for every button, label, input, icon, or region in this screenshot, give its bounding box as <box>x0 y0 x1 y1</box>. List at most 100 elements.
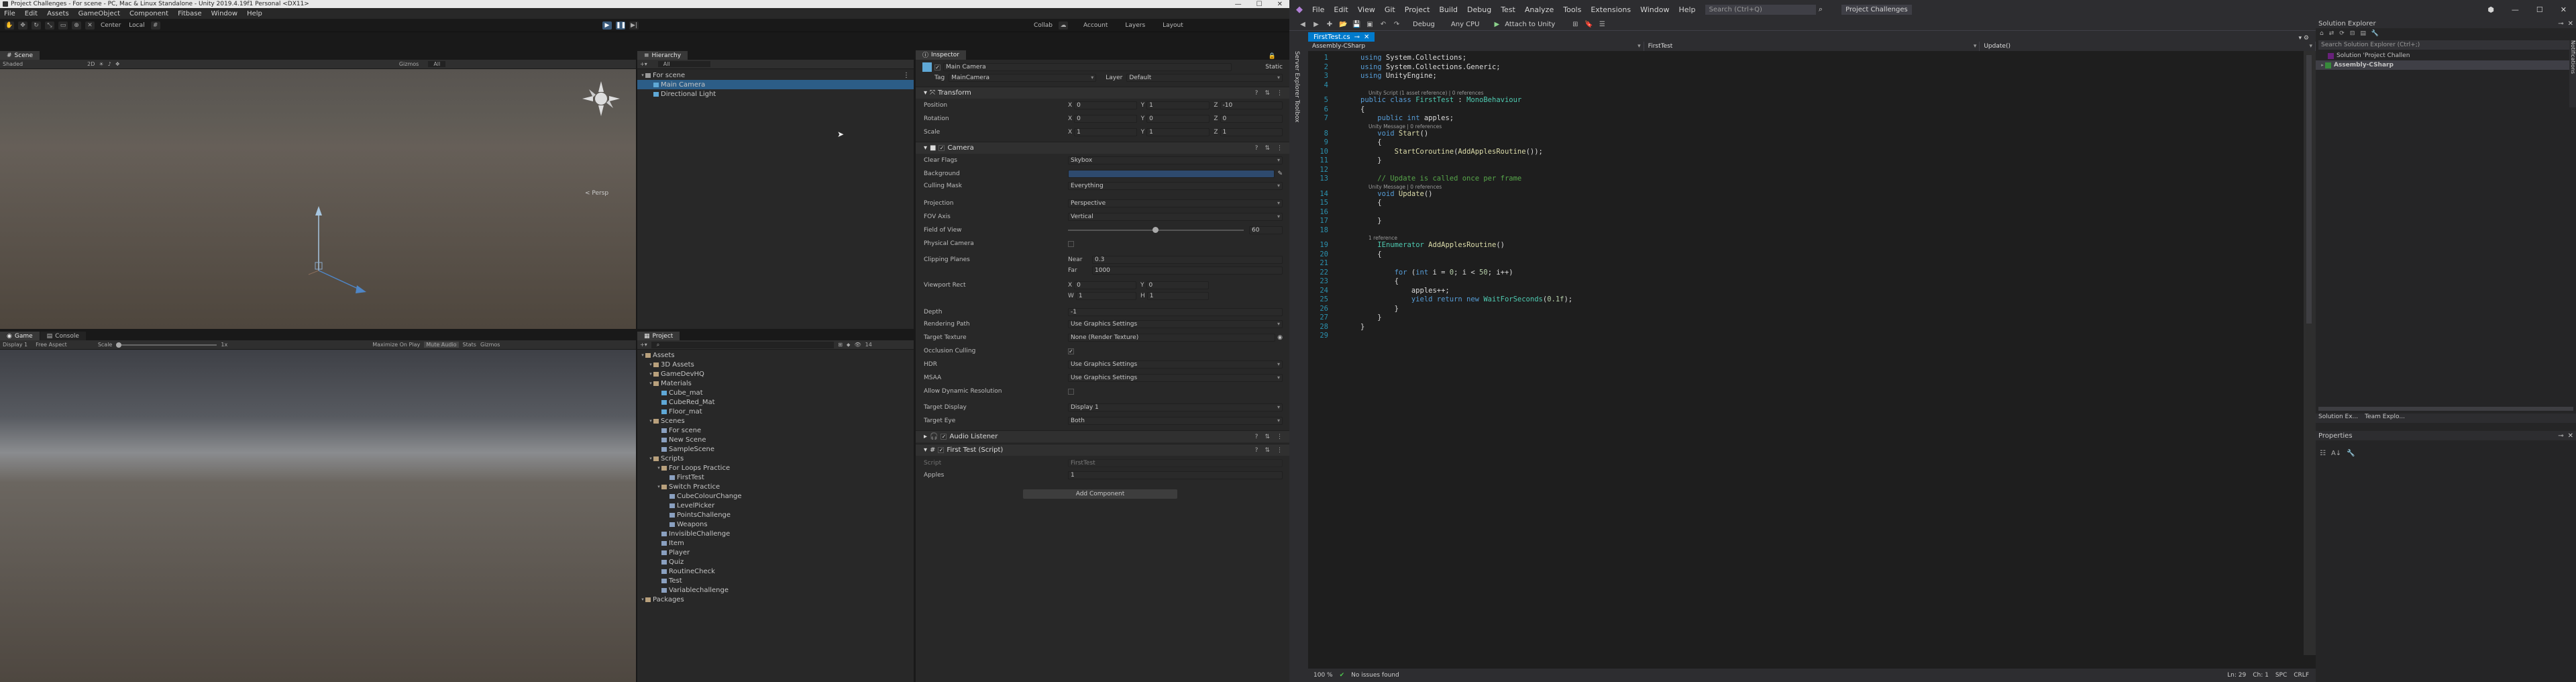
play-button[interactable]: ▶ <box>602 21 612 30</box>
component-menu-icon[interactable]: ⋮ <box>1277 434 1283 440</box>
line-ending-status[interactable]: CRLF <box>2294 672 2309 679</box>
hierarchy-search[interactable]: All <box>657 61 710 67</box>
menu-assets[interactable]: Assets <box>47 10 69 17</box>
live-share-icon[interactable]: ⬢ <box>2487 5 2494 14</box>
msaa-dropdown[interactable]: Use Graphics Settings <box>1068 374 1283 382</box>
vs-search-box[interactable]: Search (Ctrl+Q) <box>1705 4 1816 15</box>
target-display-dropdown[interactable]: Display 1 <box>1068 403 1283 411</box>
audio-listener-checkbox[interactable]: ✓ <box>941 434 947 440</box>
eyedropper-icon[interactable]: ✎ <box>1277 170 1283 177</box>
create-dropdown[interactable]: +▾ <box>640 61 647 67</box>
eye-icon[interactable]: 👁 <box>855 342 861 348</box>
server-explorer-tab[interactable]: Server Explorer Toolbox <box>1293 51 1300 122</box>
home-icon[interactable]: ⌂ <box>2320 30 2324 37</box>
expand-arrow-icon[interactable]: ▾ <box>648 381 653 386</box>
preset-icon[interactable]: ⇅ <box>1265 90 1270 97</box>
project-tree-item[interactable]: Weapons <box>637 520 914 529</box>
show-all-files-icon[interactable]: ▤ <box>2360 30 2366 37</box>
notifications-strip[interactable]: Notifications <box>2569 40 2576 107</box>
project-nav-dropdown[interactable]: Assembly-CSharp <box>1308 42 1644 51</box>
layer-dropdown[interactable]: Default <box>1126 74 1283 82</box>
rect-tool-icon[interactable]: ▭ <box>58 21 68 30</box>
culling-mask-dropdown[interactable]: Everything <box>1068 182 1283 190</box>
solution-horizontal-scrollbar[interactable] <box>2318 407 2573 411</box>
game-gizmos-dropdown[interactable]: Gizmos <box>480 342 500 348</box>
active-checkbox[interactable]: ✓ <box>934 64 941 70</box>
component-menu-icon[interactable]: ⋮ <box>1277 90 1283 97</box>
preset-icon[interactable]: ⇅ <box>1265 447 1270 454</box>
undo-icon[interactable]: ↶ <box>1379 21 1387 29</box>
project-tree-item[interactable]: ▾ Scenes <box>637 416 914 426</box>
target-texture-field[interactable]: None (Render Texture) <box>1068 334 1276 342</box>
menu-help[interactable]: Help <box>247 10 262 17</box>
fov-value-field[interactable]: 60 <box>1249 226 1283 234</box>
transform-tool-icon[interactable]: ⊕ <box>72 21 81 30</box>
hierarchy-item-main-camera[interactable]: Main Camera <box>637 80 914 89</box>
issues-status[interactable]: No issues found <box>1351 672 1399 679</box>
fov-axis-dropdown[interactable]: Vertical <box>1068 213 1283 221</box>
expand-arrow-icon[interactable]: ▾ <box>640 597 645 602</box>
project-tree-item[interactable]: ▾ Switch Practice <box>637 482 914 491</box>
project-tree-item[interactable]: PointsChallenge <box>637 510 914 520</box>
target-eye-dropdown[interactable]: Both <box>1068 417 1283 425</box>
project-tree-item[interactable]: For scene <box>637 426 914 435</box>
help-icon[interactable]: ? <box>1255 145 1258 152</box>
maximize-icon[interactable]: ☐ <box>1256 1 1263 8</box>
project-tree-item[interactable]: ▾ GameDevHQ <box>637 369 914 379</box>
clear-flags-dropdown[interactable]: Skybox <box>1068 156 1283 164</box>
vs-menu-test[interactable]: Test <box>1501 5 1515 14</box>
object-picker-icon[interactable]: ◉ <box>1277 334 1283 341</box>
menu-window[interactable]: Window <box>211 10 237 17</box>
properties-close-icon[interactable]: ✕ <box>2568 432 2573 440</box>
vs-menu-tools[interactable]: Tools <box>1563 5 1581 14</box>
filter-type-icon[interactable]: ⊞ <box>838 342 843 348</box>
back-icon[interactable]: ◀ <box>1299 21 1307 29</box>
categorized-icon[interactable]: ☷ <box>2320 450 2326 457</box>
maximize-on-play-toggle[interactable]: Maximize On Play <box>372 342 420 348</box>
bookmark-icon[interactable]: 🔖 <box>1585 21 1593 29</box>
project-tree-item[interactable]: New Scene <box>637 435 914 444</box>
rotation-x-field[interactable]: 0 <box>1074 115 1137 123</box>
vs-minimize-icon[interactable]: — <box>2512 5 2519 14</box>
tab-inspector[interactable]: ⓘ Inspector <box>916 50 966 60</box>
vs-menu-project[interactable]: Project <box>1405 5 1430 14</box>
component-menu-icon[interactable]: ⋮ <box>1277 447 1283 454</box>
foldout-arrow-icon[interactable]: ▸ <box>924 433 927 440</box>
menu-gameobject[interactable]: GameObject <box>78 10 120 17</box>
background-color-field[interactable] <box>1068 170 1275 178</box>
vs-menu-analyze[interactable]: Analyze <box>1525 5 1554 14</box>
apples-field[interactable]: 1 <box>1068 471 1283 479</box>
display-dropdown[interactable]: Display 1 <box>3 342 28 348</box>
script-enabled-checkbox[interactable]: ✓ <box>938 447 945 453</box>
stats-toggle[interactable]: Stats <box>463 342 476 348</box>
lock-icon[interactable]: 🔒 <box>1269 53 1276 60</box>
collab-button[interactable]: Collab <box>1034 22 1053 29</box>
project-tree-item[interactable]: RoutineCheck <box>637 567 914 576</box>
pin-icon[interactable]: ⊸ <box>1354 34 1360 41</box>
cloud-icon[interactable]: ☁ <box>1059 21 1069 30</box>
vs-menu-debug[interactable]: Debug <box>1467 5 1491 14</box>
hierarchy-item-directional-light[interactable]: Directional Light <box>637 89 914 99</box>
preset-icon[interactable]: ⇅ <box>1265 434 1270 440</box>
position-x-field[interactable]: 0 <box>1074 101 1137 109</box>
scale-x-field[interactable]: 1 <box>1074 128 1137 136</box>
tab-game[interactable]: ◉ Game <box>0 332 40 340</box>
save-icon[interactable]: 💾 <box>1352 21 1360 29</box>
toolbar-extra-icon[interactable]: ⊞ <box>1571 21 1579 29</box>
expand-arrow-icon[interactable]: ▾ <box>648 418 653 424</box>
project-tree-item[interactable]: InvisibleChallenge <box>637 529 914 538</box>
projection-dropdown[interactable]: Perspective <box>1068 199 1283 207</box>
expand-arrow-icon[interactable]: ▾ <box>640 352 645 358</box>
save-all-icon[interactable]: ▣ <box>1366 21 1374 29</box>
foldout-arrow-icon[interactable]: ▾ <box>924 89 927 97</box>
shading-dropdown[interactable]: Shaded <box>3 61 23 67</box>
dynamic-resolution-checkbox[interactable] <box>1068 388 1074 395</box>
tab-project[interactable]: ▦ Project <box>637 332 680 340</box>
tab-firsttest-cs[interactable]: FirstTest.cs ⊸ ✕ <box>1308 32 1375 42</box>
project-tree-item[interactable]: Variablechallenge <box>637 585 914 595</box>
scale-y-field[interactable]: 1 <box>1146 128 1210 136</box>
expand-arrow-icon[interactable]: ▾ <box>648 456 653 461</box>
step-button[interactable]: ▶| <box>629 21 639 30</box>
mute-audio-toggle[interactable]: Mute Audio <box>424 342 459 348</box>
physical-camera-checkbox[interactable] <box>1068 240 1074 247</box>
